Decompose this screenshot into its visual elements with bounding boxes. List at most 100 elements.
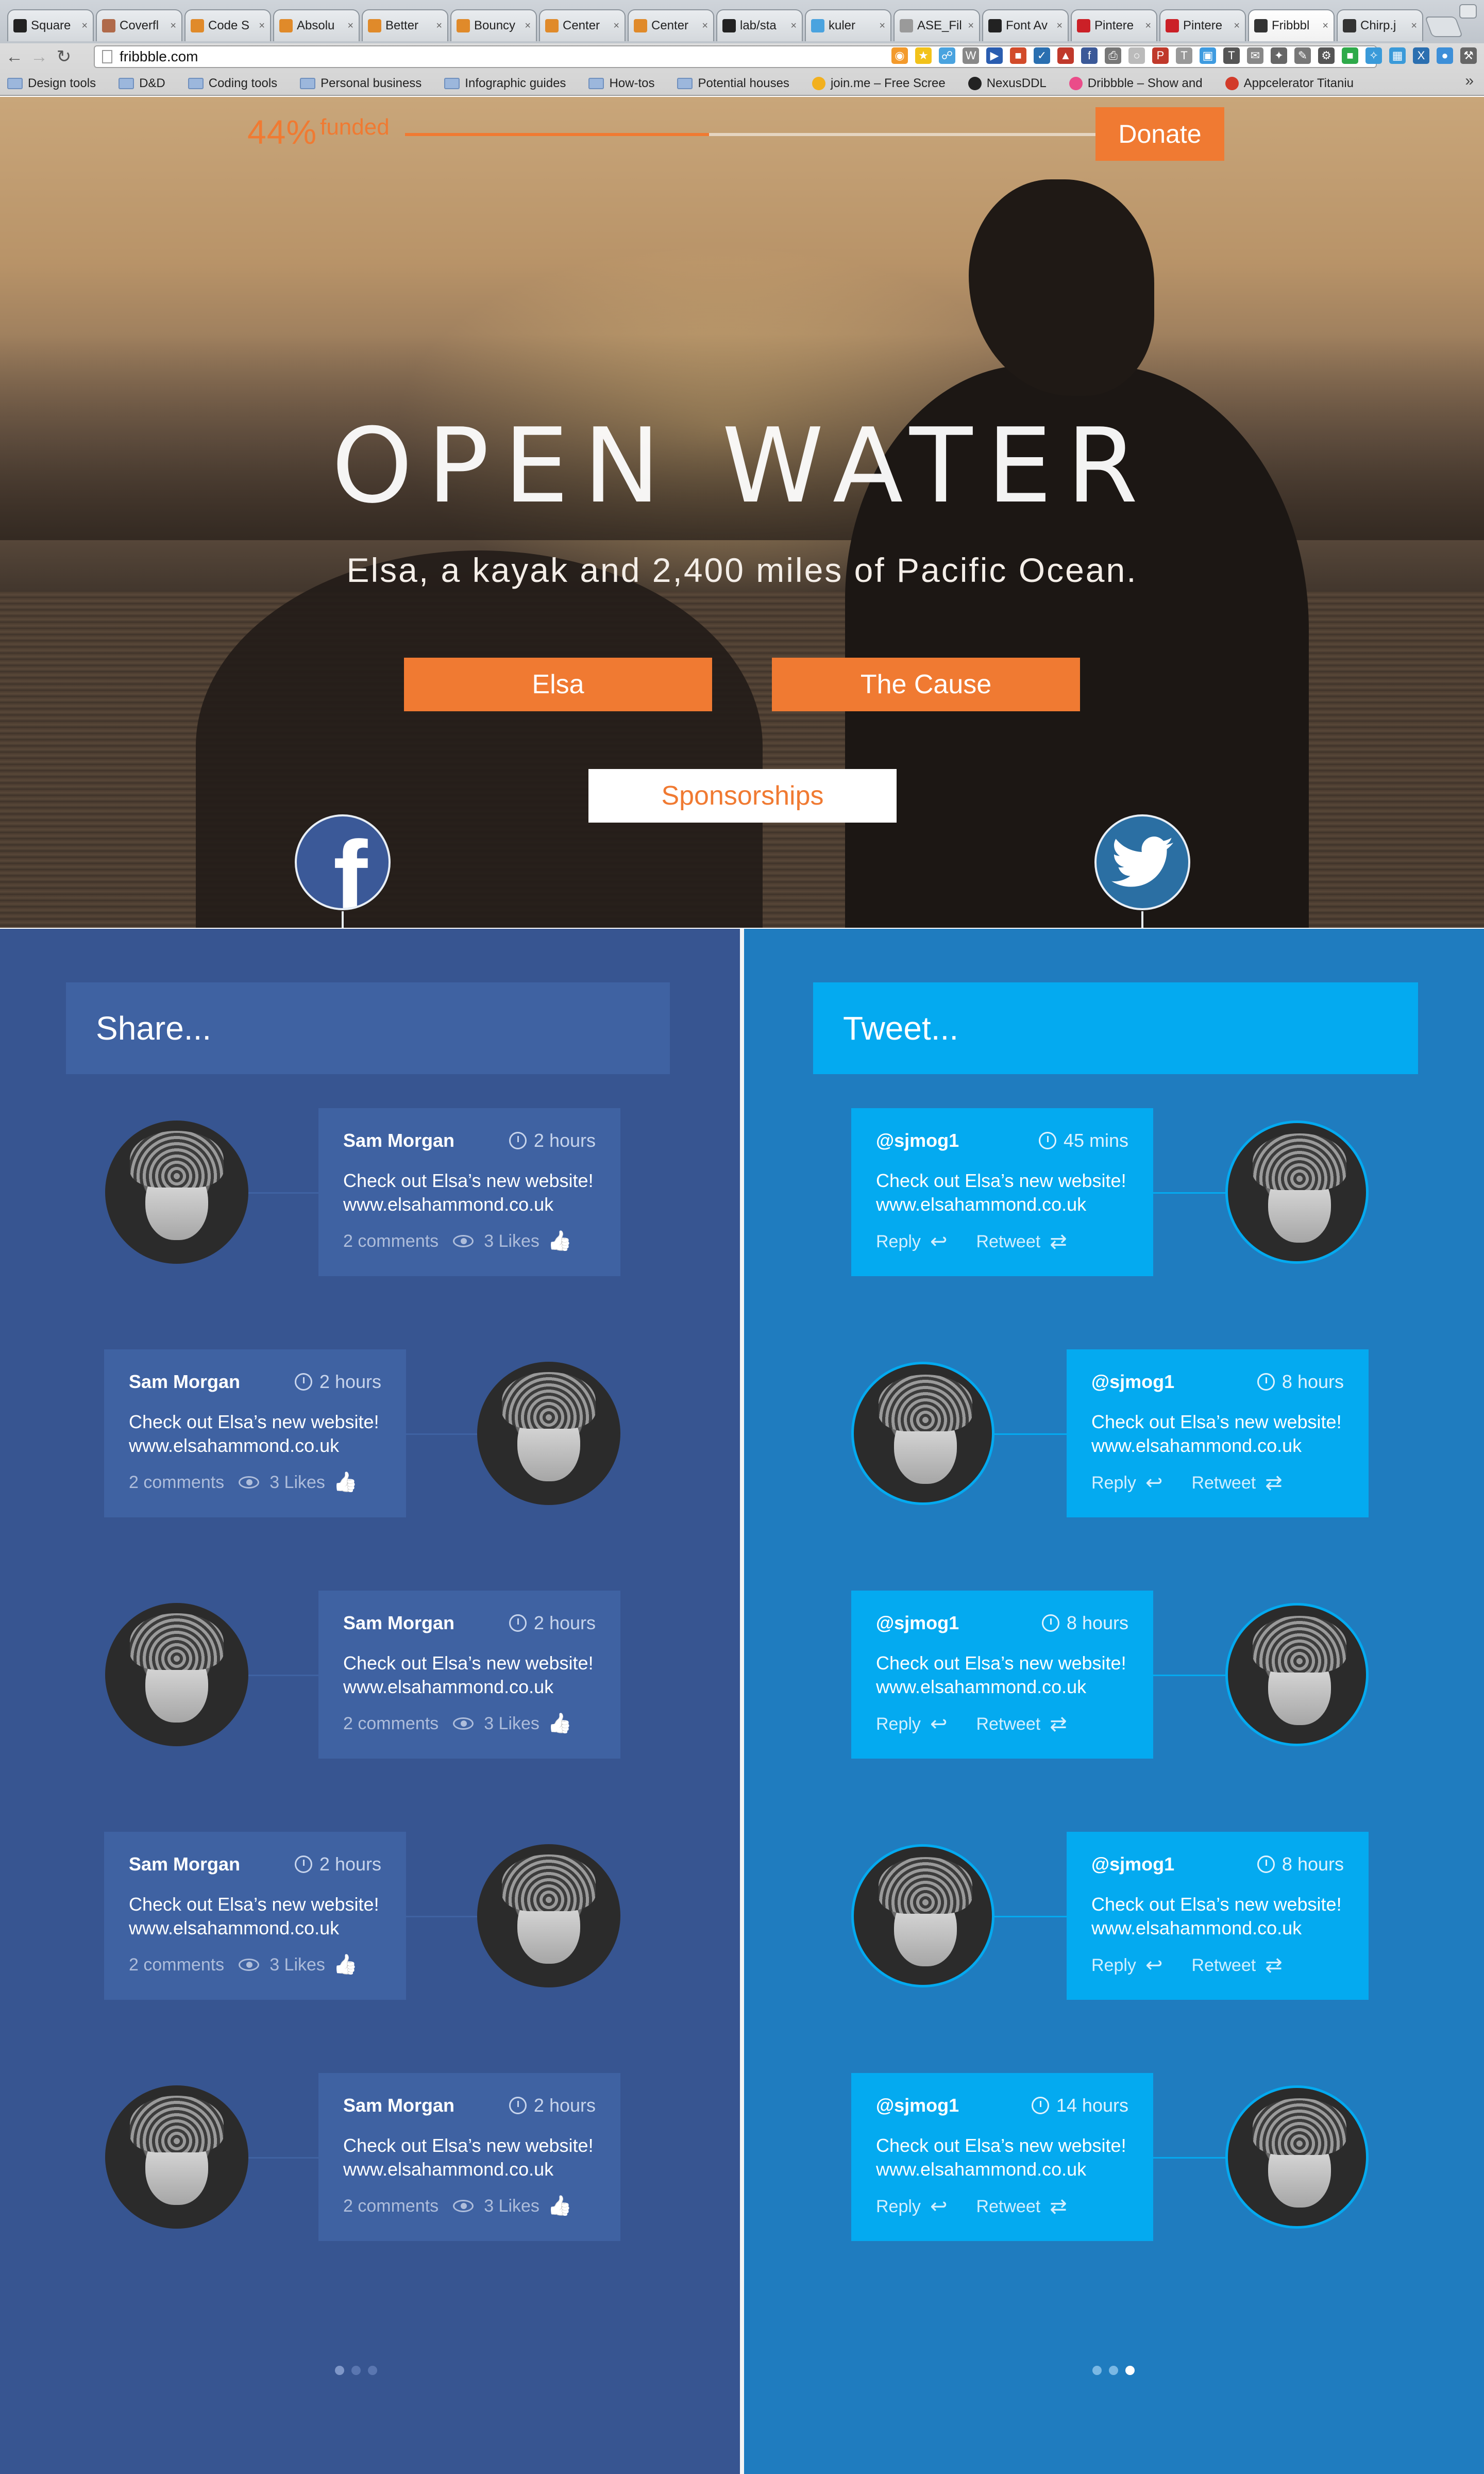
window-control[interactable]: [1459, 4, 1477, 19]
close-tab-icon[interactable]: ×: [879, 20, 885, 32]
likes-count[interactable]: 3 Likes: [484, 2196, 539, 2216]
hat-icon[interactable]: ▲: [1057, 47, 1074, 64]
close-tab-icon[interactable]: ×: [81, 20, 88, 32]
share-post-card[interactable]: Sam Morgan 2 hours Check out Elsa’s new we…: [318, 2073, 620, 2241]
new-tab-button[interactable]: [1424, 16, 1463, 37]
tweet-handle[interactable]: @sjmog1: [1091, 1853, 1174, 1875]
browser-tab[interactable]: lab/sta ×: [716, 9, 803, 41]
forward-arrow-icon[interactable]: →: [29, 46, 49, 67]
post-link[interactable]: www.elsahammond.co.uk: [343, 1193, 596, 1216]
tweet-card[interactable]: @sjmog1 14 hours Check out Elsa’s new webs…: [851, 2073, 1153, 2241]
post-link[interactable]: www.elsahammond.co.uk: [129, 1434, 381, 1458]
feather-icon[interactable]: ✧: [1365, 47, 1382, 64]
close-tab-icon[interactable]: ×: [968, 20, 974, 32]
tweet-card[interactable]: @sjmog1 8 hours Check out Elsa’s new websi…: [1067, 1349, 1369, 1517]
avatar[interactable]: [105, 1603, 248, 1746]
avatar[interactable]: [1225, 2085, 1369, 2229]
likes-count[interactable]: 3 Likes: [484, 1231, 539, 1251]
reply-icon[interactable]: ↩: [930, 1712, 948, 1736]
post-author[interactable]: Sam Morgan: [343, 1130, 454, 1151]
screen-icon[interactable]: ▣: [1200, 47, 1216, 64]
share-post-card[interactable]: Sam Morgan 2 hours Check out Elsa’s new we…: [318, 1591, 620, 1759]
avatar[interactable]: [851, 1362, 994, 1505]
close-tab-icon[interactable]: ×: [525, 20, 531, 32]
retweet-button[interactable]: Retweet: [976, 1232, 1040, 1252]
blue-icon[interactable]: ●: [1437, 47, 1453, 64]
twitter-button[interactable]: [1094, 814, 1190, 910]
thumbs-up-icon[interactable]: 👍: [333, 1471, 358, 1494]
reply-button[interactable]: Reply: [1091, 1473, 1136, 1493]
retweet-button[interactable]: Retweet: [976, 2197, 1040, 2217]
grid-icon[interactable]: ▦: [1389, 47, 1406, 64]
browser-tab[interactable]: Pintere ×: [1159, 9, 1246, 41]
share-post-card[interactable]: Sam Morgan 2 hours Check out Elsa’s new we…: [104, 1832, 406, 2000]
retweet-button[interactable]: Retweet: [1191, 1955, 1256, 1976]
avatar[interactable]: [477, 1844, 620, 1987]
close-tab-icon[interactable]: ×: [436, 20, 442, 32]
comments-link[interactable]: 2 comments: [343, 2196, 439, 2216]
bookmarks-overflow-icon[interactable]: »: [1465, 72, 1474, 90]
retweet-button[interactable]: Retweet: [1191, 1473, 1256, 1493]
comments-link[interactable]: 2 comments: [343, 1714, 439, 1734]
bookmark-item[interactable]: Potential houses: [677, 76, 789, 91]
bookmark-item[interactable]: Personal business: [300, 76, 421, 91]
comments-link[interactable]: 2 comments: [129, 1955, 224, 1975]
bookmark-item[interactable]: Design tools: [7, 76, 96, 91]
comments-link[interactable]: 2 comments: [129, 1473, 224, 1493]
avatar[interactable]: [105, 2085, 248, 2229]
browser-tab[interactable]: Coverfl ×: [96, 9, 182, 41]
thumbs-up-icon[interactable]: 👍: [548, 1230, 572, 1252]
close-tab-icon[interactable]: ×: [347, 20, 353, 32]
close-tab-icon[interactable]: ×: [702, 20, 708, 32]
tweet-handle[interactable]: @sjmog1: [876, 1130, 959, 1151]
close-tab-icon[interactable]: ×: [1322, 20, 1328, 32]
tweet-link[interactable]: www.elsahammond.co.uk: [876, 1193, 1128, 1216]
pagination-dot[interactable]: [351, 2366, 361, 2375]
share-post-card[interactable]: Sam Morgan 2 hours Check out Elsa’s new we…: [318, 1108, 620, 1276]
tweet-link[interactable]: www.elsahammond.co.uk: [1091, 1916, 1344, 1940]
wordpress-icon[interactable]: W: [963, 47, 979, 64]
avatar[interactable]: [1225, 1121, 1369, 1264]
browser-tab[interactable]: ASE_Fil ×: [893, 9, 980, 41]
play-icon[interactable]: ▶: [986, 47, 1003, 64]
browser-tab[interactable]: Bouncy ×: [450, 9, 537, 41]
donate-button[interactable]: Donate: [1095, 107, 1224, 161]
post-author[interactable]: Sam Morgan: [129, 1853, 240, 1875]
reply-button[interactable]: Reply: [876, 1232, 921, 1252]
tweet-link[interactable]: www.elsahammond.co.uk: [1091, 1434, 1344, 1458]
tweet-handle[interactable]: @sjmog1: [876, 1612, 959, 1634]
reply-button[interactable]: Reply: [1091, 1955, 1136, 1976]
tweet-handle[interactable]: @sjmog1: [1091, 1371, 1174, 1393]
rss-icon[interactable]: ◉: [891, 47, 908, 64]
post-link[interactable]: www.elsahammond.co.uk: [129, 1916, 381, 1940]
retweet-icon[interactable]: ⇄: [1050, 2195, 1067, 2218]
browser-tab[interactable]: Center ×: [628, 9, 714, 41]
avatar[interactable]: [1225, 1603, 1369, 1746]
back-arrow-icon[interactable]: ←: [4, 46, 25, 67]
tweet-card[interactable]: @sjmog1 45 mins Check out Elsa’s new websi…: [851, 1108, 1153, 1276]
green-icon[interactable]: ■: [1342, 47, 1358, 64]
browser-tab[interactable]: Code S ×: [184, 9, 271, 41]
pagination-dot[interactable]: [368, 2366, 377, 2375]
thumbs-up-icon[interactable]: 👍: [548, 1712, 572, 1735]
browser-tab[interactable]: Center ×: [539, 9, 626, 41]
close-tab-icon[interactable]: ×: [170, 20, 176, 32]
close-tab-icon[interactable]: ×: [613, 20, 619, 32]
facebook-icon[interactable]: f: [1081, 47, 1098, 64]
post-link[interactable]: www.elsahammond.co.uk: [343, 2158, 596, 2181]
thumbs-up-icon[interactable]: 👍: [333, 1953, 358, 1976]
close-tab-icon[interactable]: ×: [1056, 20, 1063, 32]
reply-button[interactable]: Reply: [876, 2197, 921, 2217]
tweet-link[interactable]: www.elsahammond.co.uk: [876, 2158, 1128, 2181]
the-cause-button[interactable]: The Cause: [772, 658, 1080, 711]
translate-icon[interactable]: ☍: [939, 47, 955, 64]
wrench-icon[interactable]: ⚒: [1460, 47, 1477, 64]
tweet-card[interactable]: @sjmog1 8 hours Check out Elsa’s new websi…: [851, 1591, 1153, 1759]
close-tab-icon[interactable]: ×: [1411, 20, 1417, 32]
elsa-button[interactable]: Elsa: [404, 658, 712, 711]
tweet-link[interactable]: www.elsahammond.co.uk: [876, 1675, 1128, 1699]
sponsorships-button[interactable]: Sponsorships: [588, 769, 897, 823]
clip-icon[interactable]: ⎙: [1105, 47, 1121, 64]
bookmark-item[interactable]: Dribbble – Show and: [1069, 76, 1203, 91]
close-tab-icon[interactable]: ×: [1234, 20, 1240, 32]
